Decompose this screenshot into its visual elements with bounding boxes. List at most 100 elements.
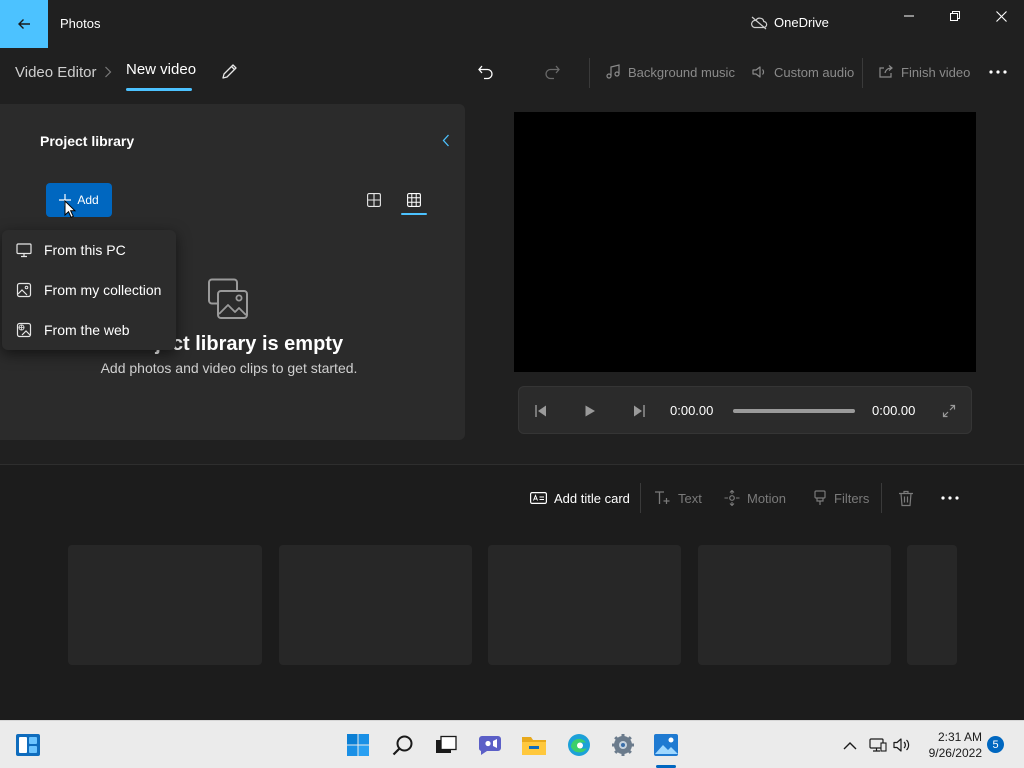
toolbar-divider xyxy=(862,58,863,88)
custom-audio-button[interactable]: Custom audio xyxy=(751,62,854,82)
clock-date[interactable]: 9/26/2022 xyxy=(912,746,982,760)
grid-large-icon xyxy=(367,193,381,207)
trash-icon xyxy=(899,490,913,506)
breadcrumb-video-editor[interactable]: Video Editor xyxy=(15,64,96,81)
redo-icon xyxy=(545,65,560,80)
minimize-icon xyxy=(904,15,914,17)
step-back-icon xyxy=(535,405,546,417)
large-grid-view-button[interactable] xyxy=(364,190,384,210)
storyboard-divider xyxy=(640,483,641,513)
notification-badge[interactable]: 5 xyxy=(987,736,1004,753)
play-icon xyxy=(585,405,595,417)
volume-icon[interactable] xyxy=(892,735,912,755)
filters-icon xyxy=(814,490,826,505)
settings-icon[interactable] xyxy=(609,731,637,759)
view-selected-indicator xyxy=(401,213,427,215)
small-grid-view-button[interactable] xyxy=(404,190,424,210)
add-button[interactable]: Add xyxy=(46,183,112,217)
grid-small-icon xyxy=(407,193,421,207)
play-button[interactable] xyxy=(581,402,599,420)
storyboard-placeholder-card xyxy=(698,545,891,665)
network-icon[interactable] xyxy=(868,735,888,755)
collapse-library-button[interactable] xyxy=(438,132,454,148)
toolbar-divider xyxy=(589,58,590,88)
menu-item-label: From my collection xyxy=(44,282,162,298)
text-button[interactable]: Text xyxy=(654,489,702,507)
menu-item-from-this-pc[interactable]: From this PC xyxy=(2,230,176,270)
restore-icon xyxy=(950,11,960,21)
empty-library-subtitle: Add photos and video clips to get starte… xyxy=(100,360,358,376)
restore-button[interactable] xyxy=(932,0,978,32)
breadcrumb-underline xyxy=(126,88,192,91)
file-explorer-icon[interactable] xyxy=(520,731,548,759)
taskbar: 2:31 AM 9/26/2022 5 xyxy=(0,720,1024,768)
storyboard-divider xyxy=(881,483,882,513)
start-icon[interactable] xyxy=(344,731,372,759)
rename-button[interactable] xyxy=(218,60,240,82)
next-frame-button[interactable] xyxy=(630,402,648,420)
delete-button[interactable] xyxy=(898,489,914,507)
add-title-card-label: Add title card xyxy=(554,490,630,506)
mouse-cursor-icon xyxy=(64,200,76,218)
add-title-card-button[interactable]: Add title card xyxy=(530,489,630,507)
image-icon xyxy=(16,282,32,298)
storyboard-placeholder-card xyxy=(68,545,262,665)
close-button[interactable] xyxy=(978,0,1024,32)
search-icon[interactable] xyxy=(389,731,417,759)
finish-video-label: Finish video xyxy=(901,64,971,80)
chat-icon[interactable] xyxy=(476,731,504,759)
previous-frame-button[interactable] xyxy=(532,402,550,420)
back-button[interactable] xyxy=(0,0,48,48)
total-time: 0:00.00 xyxy=(872,403,916,418)
storyboard-placeholder-card xyxy=(488,545,681,665)
project-library-title: Project library xyxy=(40,133,135,149)
motion-label: Motion xyxy=(747,490,787,506)
storyboard-placeholder-card xyxy=(279,545,472,665)
text-label: Text xyxy=(678,490,702,506)
expand-icon xyxy=(942,404,956,418)
text-icon xyxy=(655,491,670,504)
video-preview[interactable] xyxy=(514,112,976,372)
custom-audio-label: Custom audio xyxy=(774,64,855,80)
share-icon xyxy=(879,65,893,78)
clock-time[interactable]: 2:31 AM xyxy=(922,730,982,744)
filters-label: Filters xyxy=(834,490,870,506)
menu-item-label: From this PC xyxy=(44,242,126,258)
background-music-label: Background music xyxy=(628,64,735,80)
minimize-button[interactable] xyxy=(886,0,932,32)
task-view-icon[interactable] xyxy=(432,731,460,759)
undo-icon xyxy=(478,65,493,80)
playback-controls: 0:00.00 0:00.00 xyxy=(518,386,972,434)
storyboard-placeholder-card xyxy=(907,545,957,665)
step-forward-icon xyxy=(634,405,645,417)
redo-button[interactable] xyxy=(540,60,564,84)
close-icon xyxy=(995,10,1007,22)
motion-button[interactable]: Motion xyxy=(724,489,786,507)
widgets-icon[interactable] xyxy=(14,731,42,759)
arrow-left-icon xyxy=(18,19,30,29)
breadcrumb-current: New video xyxy=(126,61,197,78)
background-music-button[interactable]: Background music xyxy=(605,62,735,82)
chevron-up-icon[interactable] xyxy=(840,735,860,755)
filters-button[interactable]: Filters xyxy=(813,489,869,507)
menu-item-from-the-web[interactable]: From the web xyxy=(2,310,176,350)
onedrive-status[interactable]: OneDrive xyxy=(750,15,829,30)
undo-button[interactable] xyxy=(474,60,498,84)
audio-icon xyxy=(752,66,765,78)
more-icon xyxy=(989,70,1007,74)
pencil-icon xyxy=(221,63,237,79)
seek-bar[interactable] xyxy=(733,409,855,413)
storyboard-more-button[interactable] xyxy=(938,489,962,507)
more-options-button[interactable] xyxy=(986,62,1010,82)
title-bar: Photos OneDrive xyxy=(0,0,1024,48)
menu-item-from-my-collection[interactable]: From my collection xyxy=(2,270,176,310)
edge-icon[interactable] xyxy=(565,731,593,759)
add-label: Add xyxy=(77,193,99,207)
fullscreen-button[interactable] xyxy=(940,402,958,420)
menu-item-label: From the web xyxy=(44,322,130,338)
finish-video-button[interactable]: Finish video xyxy=(878,62,970,82)
chevron-right-icon xyxy=(104,66,112,78)
photos-icon[interactable] xyxy=(652,731,680,759)
web-image-icon xyxy=(16,322,32,338)
chevron-left-icon xyxy=(442,134,449,146)
